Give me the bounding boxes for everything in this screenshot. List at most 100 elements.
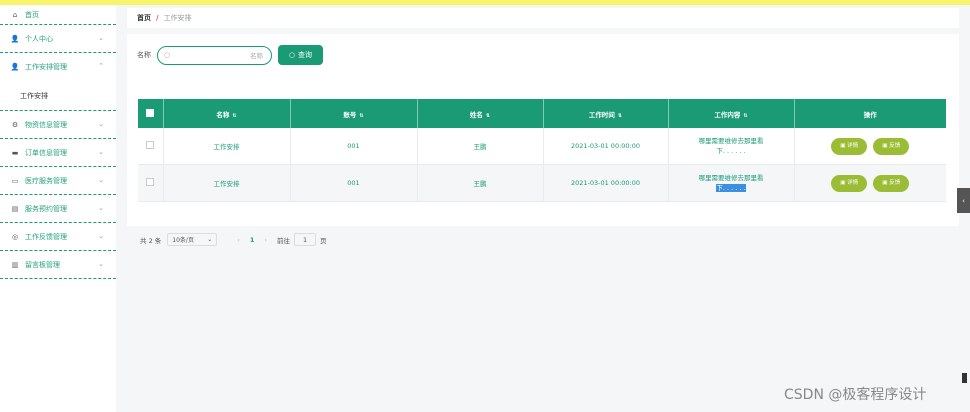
- sort-icon[interactable]: ⇅: [359, 113, 363, 119]
- header-actions: 操作: [794, 99, 946, 128]
- home-icon: ⌂: [12, 10, 18, 19]
- sidebar: ⌂ 首页 👤 个人中心 ⌄ 👤 工作安排管理 ⌃ 工作安排 ⚙ 物资信息管理 ⌄…: [0, 5, 116, 412]
- content-panel: 名称 ○ 名称 ○ 查询 名称 ⇅ 账号 ⇅ 姓名 ⇅ 工作时间 ⇅ 工作内容 ⇅ 操作: [127, 34, 959, 246]
- row-select-cell[interactable]: [138, 164, 164, 202]
- search-icon: ○: [164, 51, 171, 59]
- row-select-cell[interactable]: [138, 128, 164, 165]
- table-header-row: 名称 ⇅ 账号 ⇅ 姓名 ⇅ 工作时间 ⇅ 工作内容 ⇅ 操作: [138, 99, 946, 128]
- feedback-button[interactable]: ▣ 反馈: [873, 174, 910, 192]
- sidebar-item-label: 工作反馈管理: [25, 232, 67, 241]
- cell-time: 2021-03-01 00:00:00: [543, 164, 669, 202]
- cell-content: 哪里需要维修去那里看 下. . . . . .: [668, 128, 795, 165]
- sidebar-item-appointment[interactable]: ▤ 服务预约管理 ⌄: [0, 195, 116, 223]
- search-label: 名称: [137, 51, 151, 59]
- chevron-down-icon: ⌄: [98, 120, 104, 128]
- sidebar-item-feedback[interactable]: ◎ 工作反馈管理 ⌄: [0, 223, 116, 251]
- user-icon: 👤: [10, 34, 20, 43]
- goto-page-input[interactable]: 1: [294, 233, 317, 246]
- mouse-cursor: [962, 373, 967, 383]
- content-line: 下. . . . . .: [670, 183, 793, 193]
- cell-account: 001: [290, 128, 418, 165]
- sidebar-item-home[interactable]: ⌂ 首页: [0, 5, 116, 25]
- search-input[interactable]: ○ 名称: [157, 45, 272, 65]
- chat-icon: ▬: [11, 148, 19, 157]
- submenu-item-work-arrangement[interactable]: 工作安排: [0, 81, 116, 111]
- sidebar-item-label: 个人中心: [25, 34, 53, 43]
- search-button[interactable]: ○ 查询: [278, 45, 323, 65]
- cell-name: 工作安排: [163, 128, 291, 165]
- next-page-icon[interactable]: ›: [264, 236, 267, 244]
- goto-suffix: 页: [320, 236, 327, 245]
- chevron-down-icon: ⌄: [98, 260, 104, 268]
- breadcrumb-current: 工作安排: [163, 14, 192, 22]
- header-person[interactable]: 姓名 ⇅: [417, 99, 544, 128]
- chevron-down-icon: ⌄: [98, 34, 104, 42]
- search-icon: ○: [288, 51, 296, 59]
- sidebar-item-label: 医疗服务管理: [25, 176, 67, 185]
- sidebar-item-label: 订单信息管理: [25, 148, 67, 157]
- sidebar-item-personal-center[interactable]: 👤 个人中心 ⌄: [0, 25, 116, 53]
- breadcrumb: 首页 / 工作安排: [127, 8, 959, 28]
- search-row: 名称 ○ 名称 ○ 查询: [137, 45, 323, 65]
- row-checkbox[interactable]: [146, 178, 155, 186]
- cell-person: 王鹏: [417, 128, 544, 165]
- cell-person: 王鹏: [417, 164, 544, 202]
- sidebar-item-supplies[interactable]: ⚙ 物资信息管理 ⌄: [0, 111, 116, 139]
- watermark: CSDN @极客程序设计: [784, 387, 927, 403]
- gear-icon: ⚙: [11, 120, 19, 129]
- select-all-header[interactable]: [138, 99, 164, 128]
- chevron-down-icon: ⌄: [98, 232, 104, 240]
- table-row: 工作安排 001 王鹏 2021-03-01 00:00:00 哪里需要维修去那…: [138, 128, 946, 165]
- header-name[interactable]: 名称 ⇅: [163, 99, 291, 128]
- row-checkbox[interactable]: [146, 141, 155, 149]
- chevron-down-icon: ⌄: [207, 236, 213, 243]
- sidebar-item-medical[interactable]: ▭ 医疗服务管理 ⌄: [0, 167, 116, 195]
- sort-icon[interactable]: ⇅: [618, 113, 622, 119]
- chevron-down-icon: ⌄: [98, 148, 104, 156]
- goto-page-value: 1: [302, 235, 308, 244]
- sidebar-item-orders[interactable]: ▬ 订单信息管理 ⌄: [0, 139, 116, 167]
- data-table: 名称 ⇅ 账号 ⇅ 姓名 ⇅ 工作时间 ⇅ 工作内容 ⇅ 操作 工作安排 001 王鹏 2…: [138, 99, 946, 202]
- table-row: 工作安排 001 王鹏 2021-03-01 00:00:00 哪里需要维修去那…: [138, 164, 946, 202]
- select-all-checkbox[interactable]: [146, 108, 155, 117]
- cell-content: 哪里需要维修去那里看 下. . . . . .: [668, 164, 795, 202]
- page-size-value: 10条/页: [172, 237, 194, 244]
- breadcrumb-home[interactable]: 首页: [137, 13, 151, 23]
- sidebar-item-label: 服务预约管理: [25, 204, 67, 213]
- user-icon: 👤: [10, 63, 20, 71]
- prev-page-icon[interactable]: ‹: [237, 236, 240, 244]
- selected-text: 下. . . . . .: [716, 184, 746, 192]
- breadcrumb-separator: /: [156, 14, 159, 22]
- detail-button[interactable]: ▣ 详情: [831, 174, 868, 192]
- page-size-select[interactable]: 10条/页 ⌄: [167, 233, 218, 246]
- header-account[interactable]: 账号 ⇅: [290, 99, 418, 128]
- cell-name: 工作安排: [163, 164, 291, 202]
- top-accent-bar: [0, 0, 970, 5]
- sidebar-item-label: 物资信息管理: [25, 120, 67, 129]
- sort-icon[interactable]: ⇅: [232, 113, 236, 119]
- page-number[interactable]: 1: [250, 236, 255, 244]
- sort-icon[interactable]: ⇅: [743, 113, 747, 119]
- header-time[interactable]: 工作时间 ⇅: [543, 99, 669, 128]
- sidebar-item-messages[interactable]: ▥ 留言板管理 ⌄: [0, 251, 116, 279]
- cell-actions: ▣ 详情 ▣ 反馈: [794, 128, 946, 165]
- content-line: 下. . . . . .: [716, 147, 746, 155]
- feedback-button[interactable]: ▣ 反馈: [873, 137, 910, 155]
- chevron-down-icon: ⌄: [98, 204, 104, 212]
- cell-time: 2021-03-01 00:00:00: [543, 128, 669, 165]
- chart-icon: ▥: [11, 260, 19, 269]
- search-button-label: 查询: [298, 51, 313, 59]
- header-content[interactable]: 工作内容 ⇅: [668, 99, 795, 128]
- cell-actions: ▣ 详情 ▣ 反馈: [794, 164, 946, 202]
- sidebar-item-work-arrangement[interactable]: 👤 工作安排管理 ⌃: [0, 53, 116, 81]
- content-line: 哪里需要维修去那里看: [698, 174, 764, 182]
- chevron-down-icon: ⌄: [98, 176, 104, 184]
- goto-label: 前往: [277, 236, 291, 245]
- sort-icon[interactable]: ⇅: [486, 113, 490, 119]
- content-line: 哪里需要维修去那里看: [698, 137, 764, 145]
- clipboard-icon: ▤: [11, 204, 19, 213]
- chevron-up-icon: ⌃: [98, 62, 104, 70]
- detail-button[interactable]: ▣ 详情: [831, 137, 868, 155]
- pagination: 共 2 条 10条/页 ⌄ ‹ 1 › 前往 1 页: [140, 233, 327, 246]
- side-collapse-tab[interactable]: ‹: [957, 188, 970, 213]
